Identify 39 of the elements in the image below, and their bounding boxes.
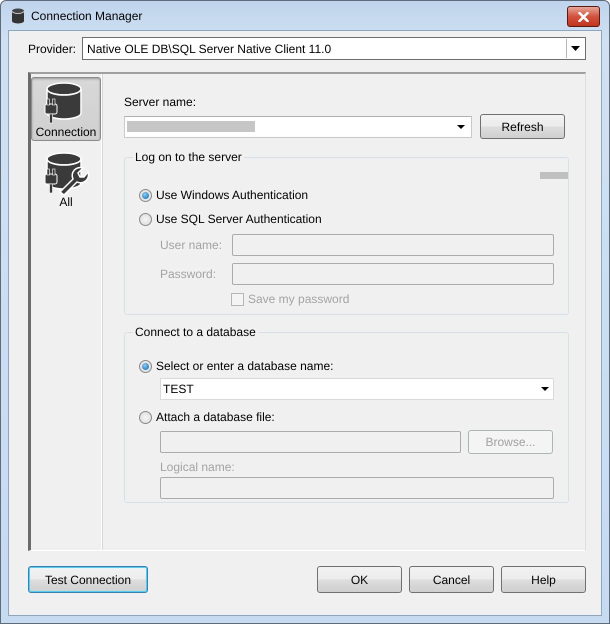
checkbox-label: Save my password [248, 292, 350, 306]
radio-label: Attach a database file: [156, 410, 275, 424]
redacted-text [540, 172, 568, 179]
dropdown-arrow-icon [541, 387, 549, 391]
radio-button[interactable] [139, 212, 152, 226]
ok-button[interactable]: OK [317, 566, 402, 593]
server-name-dropdown[interactable] [124, 116, 472, 138]
sidebar-item[interactable]: All [31, 147, 101, 211]
database-name-dropdown[interactable]: TEST [160, 378, 554, 400]
radio-label: Use SQL Server Authentication [156, 212, 322, 226]
database-icon [10, 6, 26, 24]
dropdown-arrow-icon [571, 46, 580, 51]
close-icon [578, 12, 589, 22]
radio-label: Select or enter a database name: [156, 359, 334, 373]
server-name-label: Server name: [124, 95, 198, 109]
provider-dropdown[interactable]: Native OLE DB\SQL Server Native Client 11.0 [82, 37, 586, 60]
radio-button[interactable] [139, 410, 152, 424]
group-title: Log on to the server [134, 150, 243, 164]
radio-button[interactable] [139, 188, 152, 202]
test-connection-button[interactable]: Test Connection [28, 566, 148, 593]
logical-name-field[interactable] [160, 477, 554, 499]
file-path-field[interactable] [160, 431, 461, 453]
radio-button[interactable] [139, 360, 152, 372]
dropdown-arrow-icon [457, 124, 465, 128]
field-label: Logical name: [160, 460, 235, 474]
field-label: Password: [160, 267, 218, 281]
input-field[interactable] [232, 234, 554, 256]
help-button[interactable]: Help [501, 566, 586, 593]
sidebar-item[interactable]: Connection [31, 77, 101, 141]
group-title: Connect to a database [134, 325, 257, 339]
cancel-button[interactable]: Cancel [409, 566, 494, 593]
radio-label: Use Windows Authentication [156, 188, 308, 202]
field-label: User name: [160, 238, 224, 252]
refresh-button[interactable]: Refresh [480, 114, 565, 139]
database-wrench-icon [42, 150, 90, 196]
window-title: Connection Manager [31, 8, 144, 22]
provider-label: Provider: [28, 42, 76, 56]
close-button[interactable] [567, 6, 600, 27]
input-field[interactable] [232, 263, 554, 285]
